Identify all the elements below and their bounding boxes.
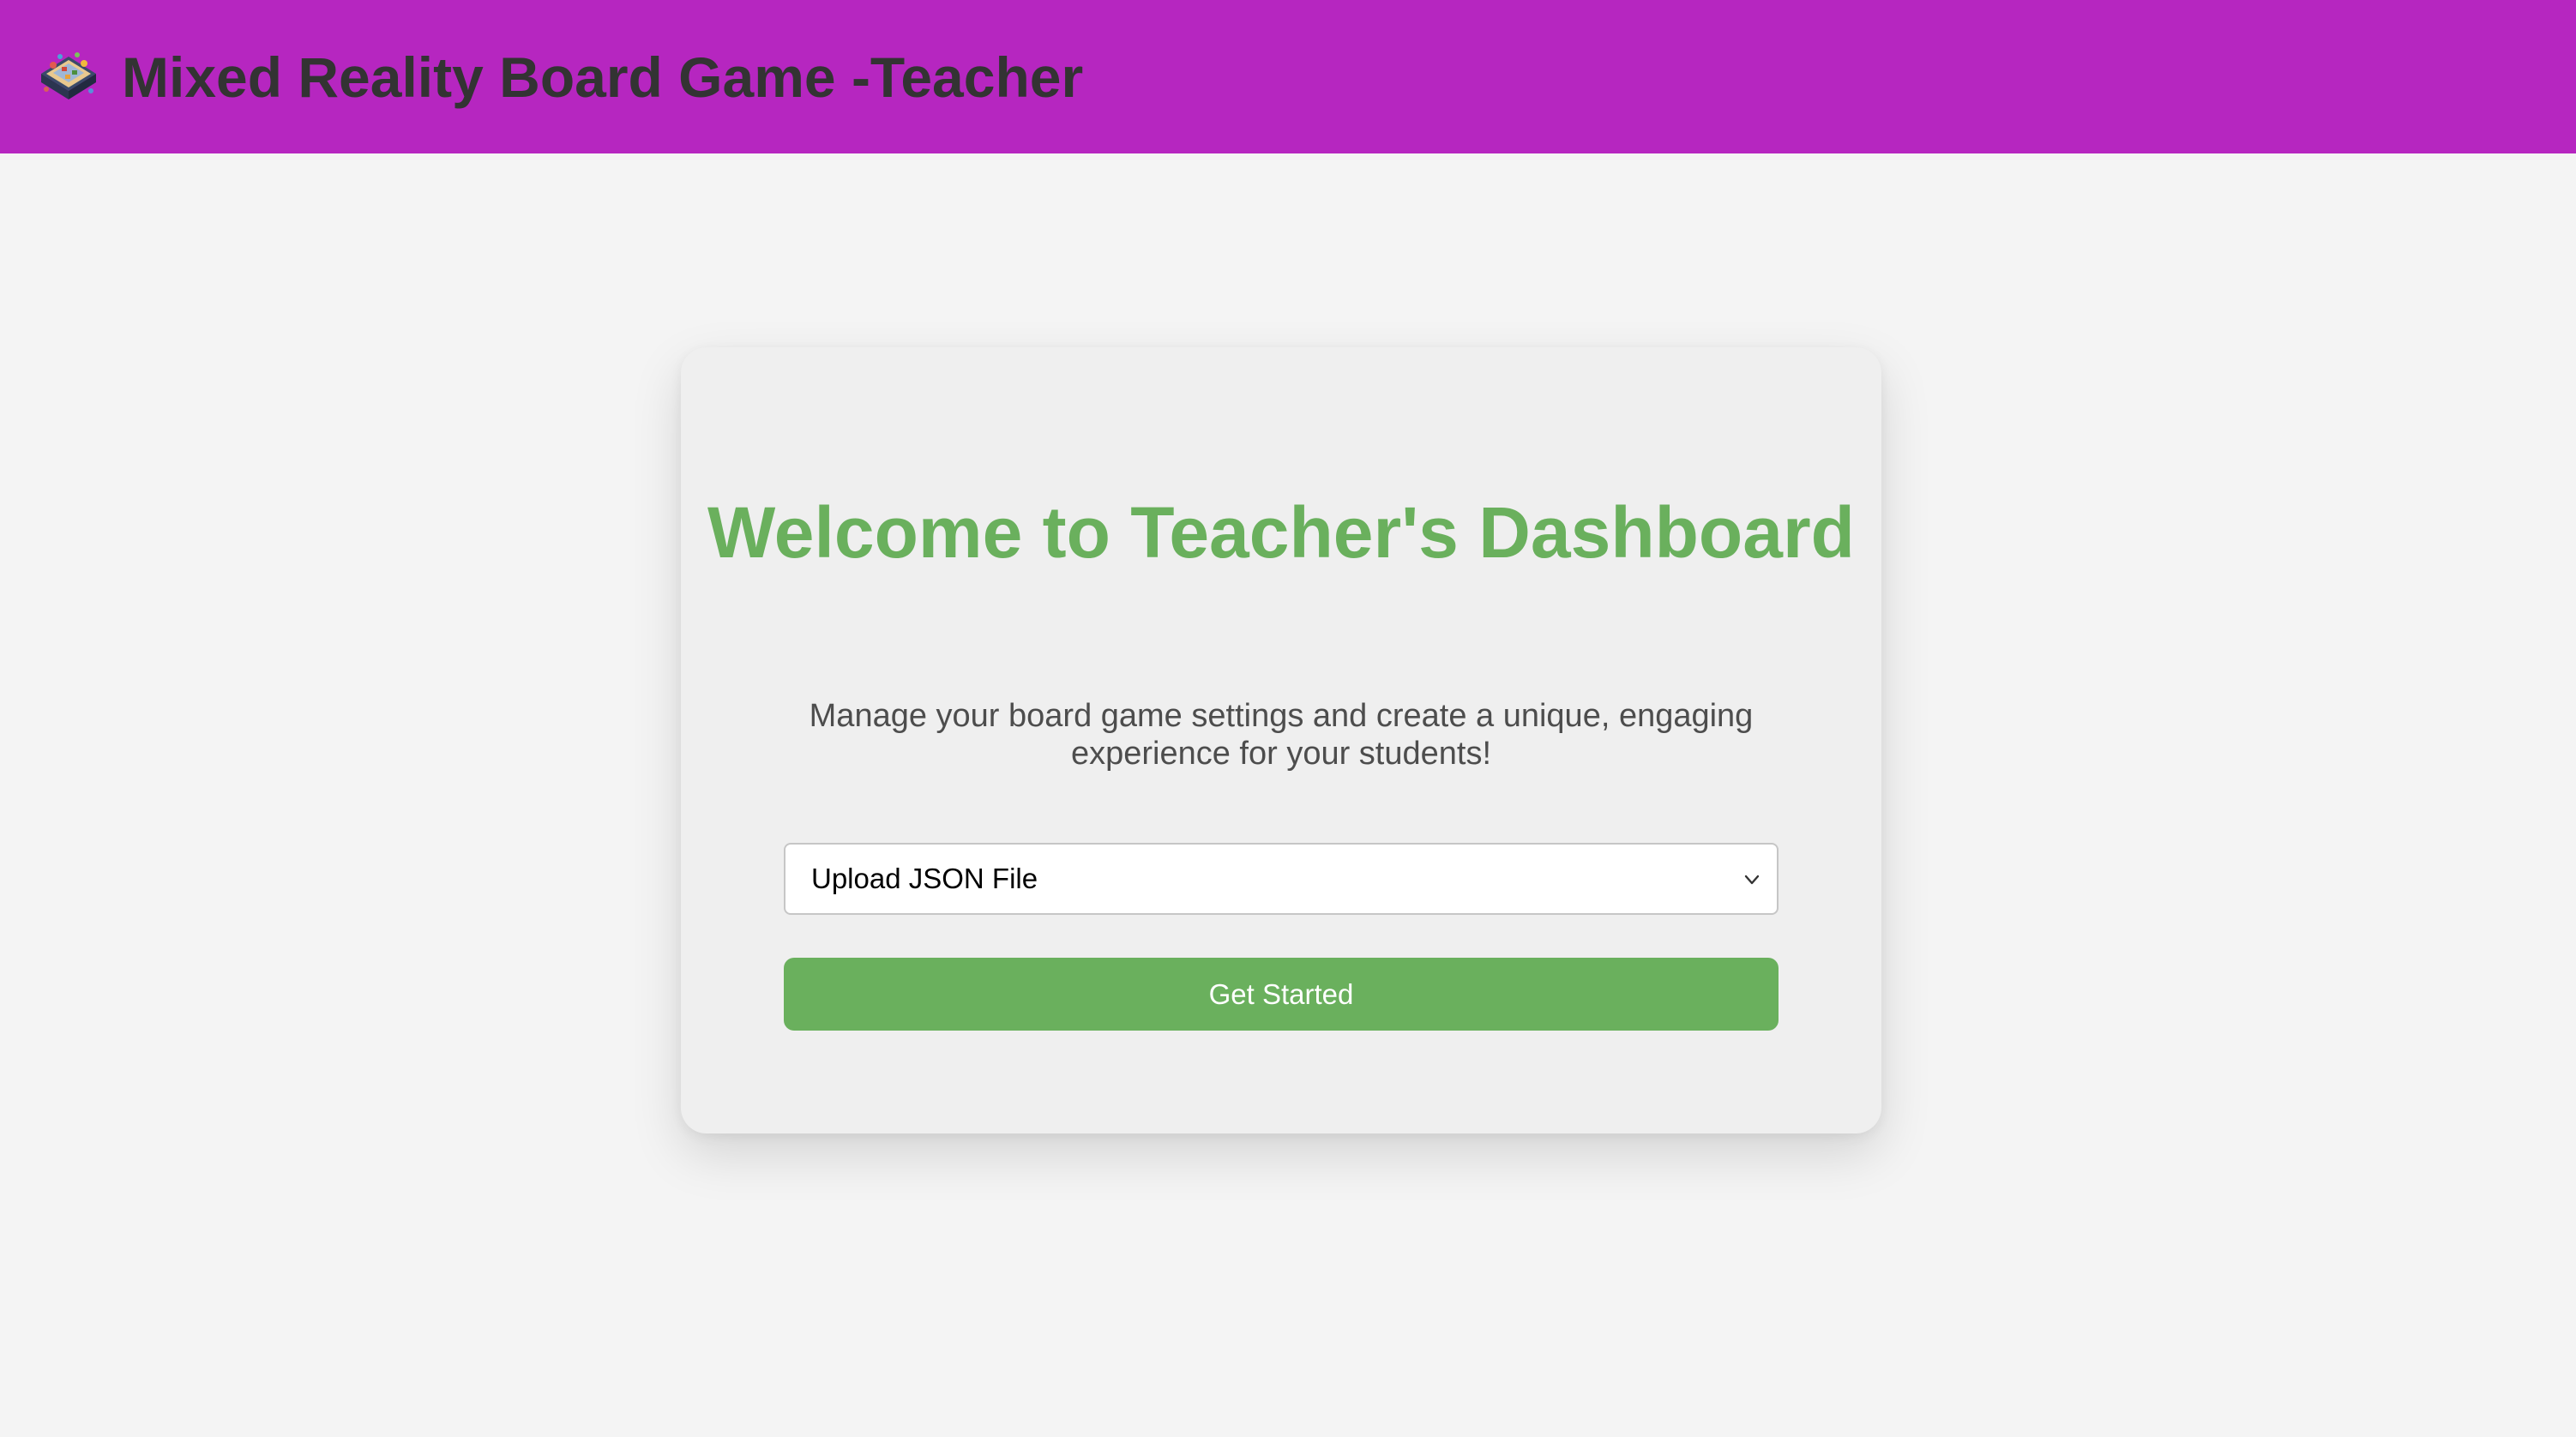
welcome-card: Welcome to Teacher's Dashboard Manage yo… [681,347,1881,1133]
file-source-select-value: Upload JSON File [811,863,1038,894]
app-title: Mixed Reality Board Game -Teacher [122,45,1084,109]
welcome-heading: Welcome to Teacher's Dashboard [707,492,1855,573]
welcome-description: Manage your board game settings and crea… [809,698,1754,772]
chevron-down-icon [1744,875,1760,885]
board-game-icon [41,51,96,99]
app-header: Mixed Reality Board Game -Teacher [0,0,2576,153]
file-source-select[interactable]: Upload JSON File [784,843,1779,915]
get-started-button[interactable]: Get Started [784,958,1779,1031]
